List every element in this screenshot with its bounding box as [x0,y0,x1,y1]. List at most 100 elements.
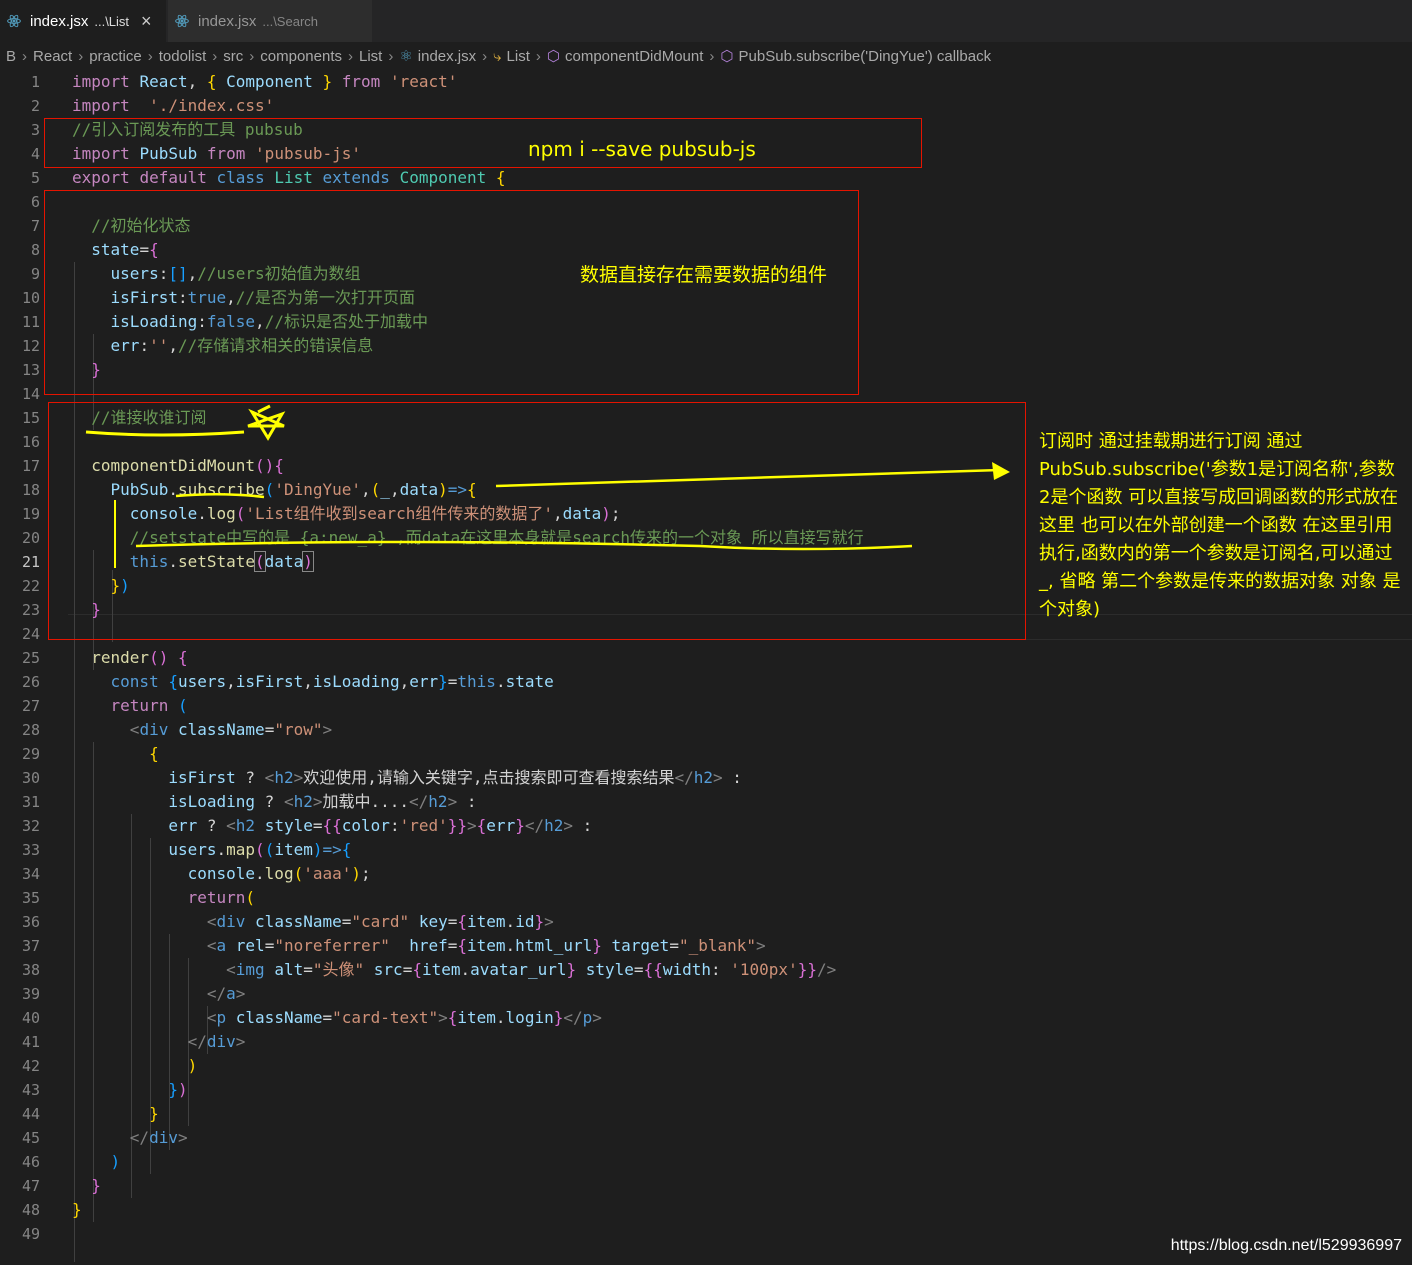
breadcrumb-item[interactable]: React [33,48,72,65]
chevron-right-icon: › [709,47,715,65]
line-number: 24 [21,625,40,643]
state-note: 数据直接存在需要数据的组件 [580,264,828,286]
breadcrumb-item[interactable]: todolist [159,48,207,65]
react-icon [175,14,189,28]
code-line: 33 users.map((item)=>{ [0,838,1412,862]
code-line: 25 render() { [0,646,1412,670]
code-line: 27 return ( [0,694,1412,718]
close-icon[interactable]: × [141,11,152,32]
breadcrumb-item[interactable]: PubSub.subscribe('DingYue') callback [739,48,992,65]
line-number: 27 [21,697,40,715]
line-number: 28 [21,721,40,739]
line-number: 21 [21,553,40,571]
line-number: 22 [21,577,40,595]
line-number: 16 [21,433,40,451]
line-number: 36 [21,913,40,931]
annotation-box-import [44,118,922,168]
code-line: 32 err ? <h2 style={{color:'red'}}>{err}… [0,814,1412,838]
line-number: 12 [21,337,40,355]
line-number: 44 [21,1105,40,1123]
code-line: 29 { [0,742,1412,766]
line-number: 39 [21,985,40,1003]
line-number: 11 [21,313,40,331]
class-icon: ⤷ [493,47,502,65]
breadcrumb-item[interactable]: index.jsx [418,48,476,65]
line-number: 7 [30,217,40,235]
code-line: 37 <a rel="noreferrer" href={item.html_u… [0,934,1412,958]
line-number: 38 [21,961,40,979]
tab-index-jsx-list[interactable]: index.jsx ...\List × [0,0,166,42]
line-number: 35 [21,889,40,907]
code-line: 35 return( [0,886,1412,910]
line-number: 5 [30,169,40,187]
line-number: 49 [21,1225,40,1243]
code-line: 41 </div> [0,1030,1412,1054]
code-line: 48} [0,1198,1412,1222]
code-line: 30 isFirst ? <h2>欢迎使用,请输入关键字,点击搜索即可查看搜索结… [0,766,1412,790]
line-number: 23 [21,601,40,619]
breadcrumb-item[interactable]: componentDidMount [565,48,703,65]
annotation-box-subscribe [48,402,1026,640]
code-line: 26 const {users,isFirst,isLoading,err}=t… [0,670,1412,694]
chevron-right-icon: › [535,47,541,65]
line-number: 31 [21,793,40,811]
line-number: 34 [21,865,40,883]
breadcrumb-item[interactable]: List [507,48,530,65]
code-line: 40 <p className="card-text">{item.login}… [0,1006,1412,1030]
tab-index-jsx-search[interactable]: index.jsx ...\Search [168,0,372,42]
line-number: 8 [30,241,40,259]
line-number: 15 [21,409,40,427]
line-number: 18 [21,481,40,499]
code-line: 2 import './index.css' [0,94,1412,118]
chevron-right-icon: › [249,47,255,65]
line-number: 43 [21,1081,40,1099]
code-line: 31 isLoading ? <h2>加载中....</h2> : [0,790,1412,814]
react-icon [7,14,21,28]
npm-install-note: npm i --save pubsub-js [528,137,756,161]
annotation-box-state [44,190,859,395]
code-line: 1 import React, { Component } from 'react… [0,70,1412,94]
breadcrumb-item[interactable]: B [6,48,16,65]
line-number: 41 [21,1033,40,1051]
breadcrumb-item[interactable]: List [359,48,382,65]
code-line: 42 ) [0,1054,1412,1078]
tab-path: ...\List [94,13,130,29]
line-number: 6 [30,193,40,211]
line-number: 29 [21,745,40,763]
react-icon: ⚛ [399,48,413,65]
method-icon: ⬡ [720,48,734,65]
chevron-right-icon: › [482,47,488,65]
line-number: 9 [30,265,40,283]
breadcrumb-item[interactable]: practice [89,48,142,65]
breadcrumb-item[interactable]: components [260,48,342,65]
line-number: 2 [30,97,40,115]
line-number: 19 [21,505,40,523]
chevron-right-icon: › [147,47,153,65]
code-line: 38 <img alt="头像" src={item.avatar_url} s… [0,958,1412,982]
code-line: 36 <div className="card" key={item.id}> [0,910,1412,934]
tab-filename: index.jsx [198,12,257,30]
line-number: 14 [21,385,40,403]
line-number: 47 [21,1177,40,1195]
code-line: 5 export default class List extends Compo… [0,166,1412,190]
watermark: https://blog.csdn.net/l529936997 [1170,1237,1402,1254]
line-number: 46 [21,1153,40,1171]
line-number: 40 [21,1009,40,1027]
code-line: 45 </div> [0,1126,1412,1150]
line-number: 37 [21,937,40,955]
line-number: 25 [21,649,40,667]
code-line: 34 console.log('aaa'); [0,862,1412,886]
code-line: 44 } [0,1102,1412,1126]
line-number: 42 [21,1057,40,1075]
code-line: 28 <div className="row"> [0,718,1412,742]
code-line: 47 } [0,1174,1412,1198]
breadcrumb-item[interactable]: src [223,48,243,65]
line-number: 33 [21,841,40,859]
line-number: 30 [21,769,40,787]
line-number: 17 [21,457,40,475]
chevron-right-icon: › [78,47,84,65]
tab-path: ...\Search [262,13,318,29]
chevron-right-icon: › [22,47,28,65]
tab-filename: index.jsx [30,12,89,30]
line-number: 13 [21,361,40,379]
